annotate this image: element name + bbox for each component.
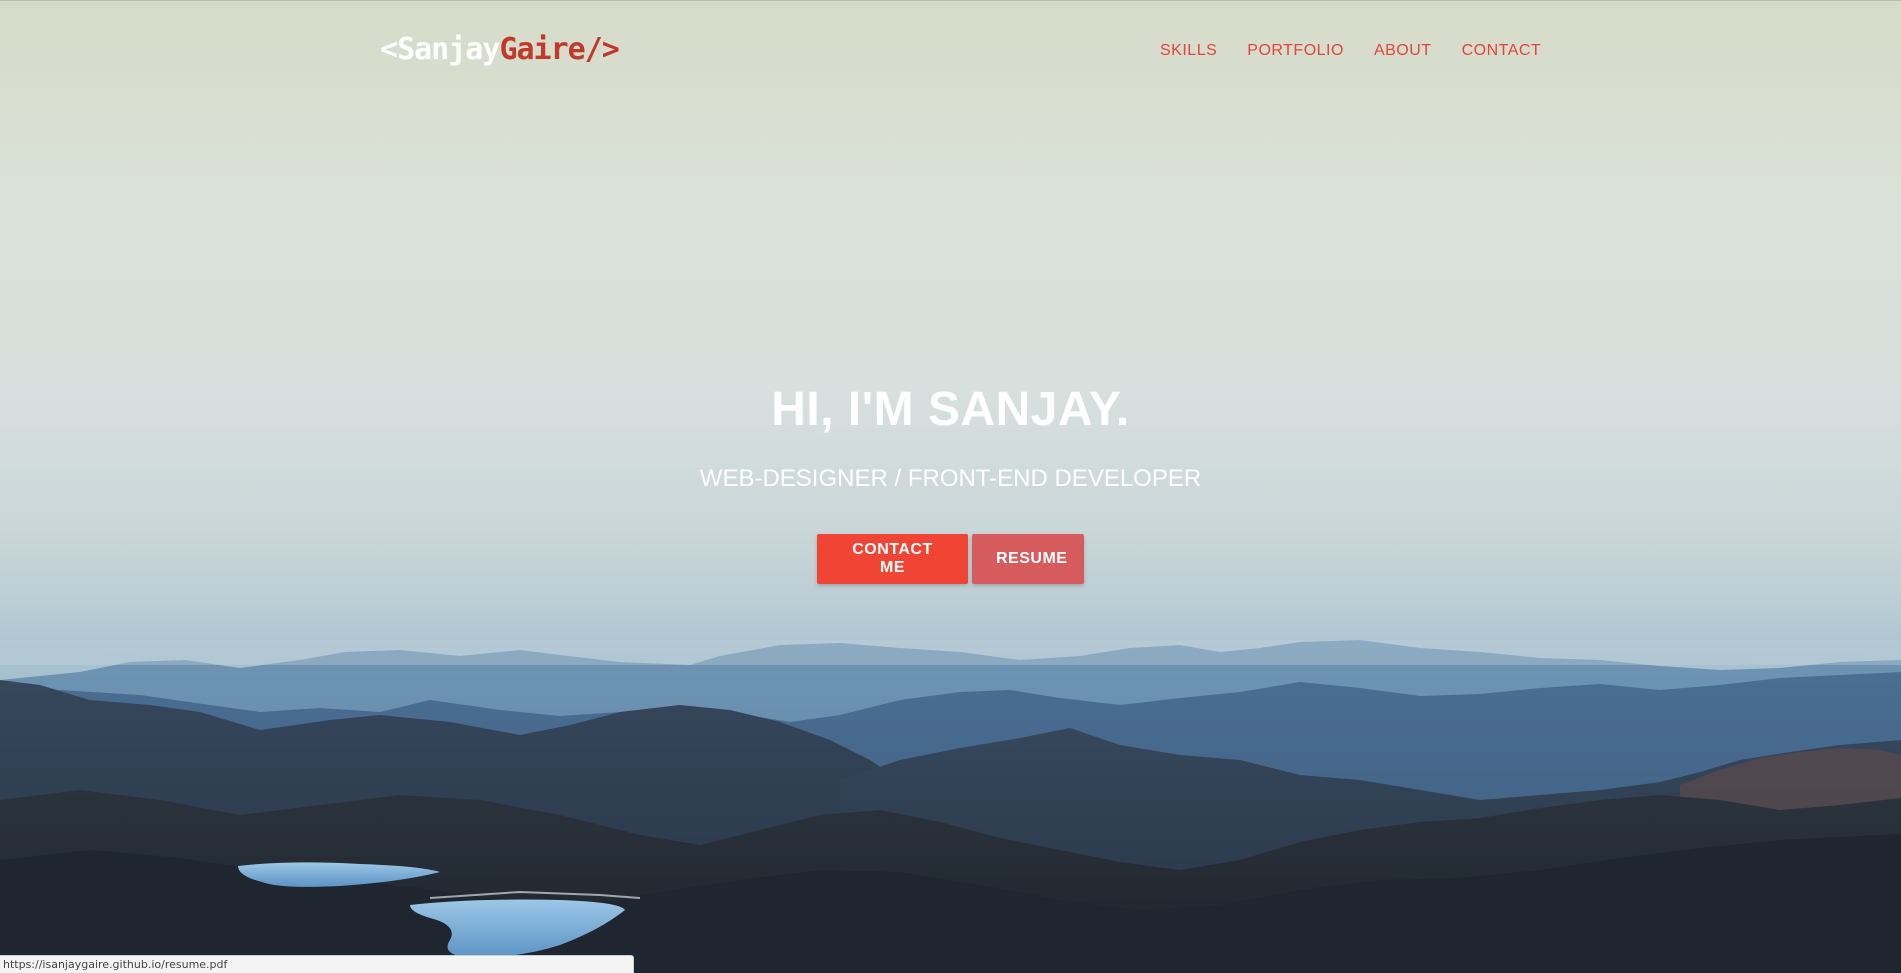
nav-item-about[interactable]: ABOUT [1374,40,1432,62]
nav-item-portfolio[interactable]: PORTFOLIO [1247,40,1344,62]
navbar: <SanjayGaire/> SKILLS PORTFOLIO ABOUT CO… [0,0,1901,100]
contact-me-button[interactable]: CONTACT ME [817,534,968,584]
resume-button[interactable]: RESUME [972,534,1084,584]
browser-status-bar-url: https://isanjaygaire.github.io/resume.pd… [0,955,634,973]
hero-subtitle: WEB-DESIGNER / FRONT-END DEVELOPER [699,465,1202,492]
site-logo[interactable]: <SanjayGaire/> [380,30,620,70]
logo-open-bracket: < [380,32,398,67]
logo-close-bracket: /> [584,32,620,67]
hero-content: HI, I'M SANJAY. WEB-DESIGNER / FRONT-END… [0,380,1901,584]
logo-last-name: Gaire [499,32,585,67]
nav-item-skills[interactable]: SKILLS [1160,40,1217,62]
hero-title: HI, I'M SANJAY. [771,383,1130,436]
hero-section: <SanjayGaire/> SKILLS PORTFOLIO ABOUT CO… [0,0,1901,973]
nav-item-contact[interactable]: CONTACT [1462,40,1542,62]
nav-links: SKILLS PORTFOLIO ABOUT CONTACT [1160,40,1541,62]
hero-buttons: CONTACT ME RESUME [0,534,1901,584]
logo-first-name: Sanjay [397,32,500,67]
